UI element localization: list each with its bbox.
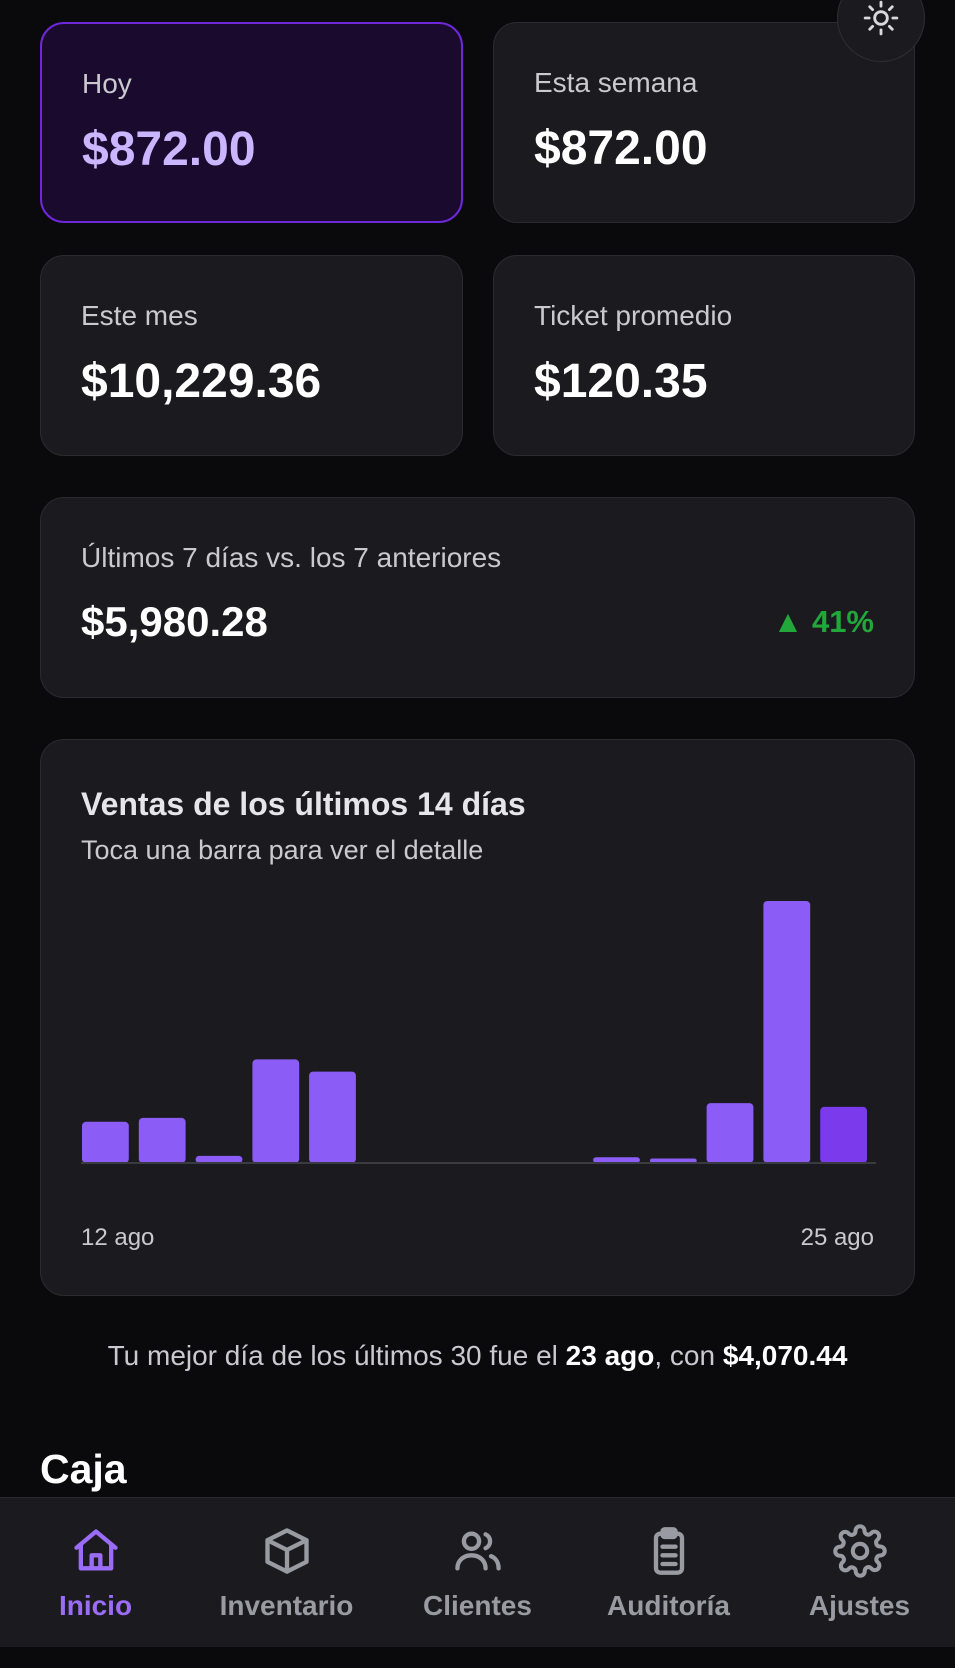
stat-value: $10,229.36 [81,355,322,408]
stat-label: Este mes [81,300,198,331]
section-title-caja: Caja [40,1446,127,1492]
chart-bar[interactable] [195,1155,243,1163]
nav-label: Auditoría [607,1590,730,1621]
best-day-middle: , con [654,1340,723,1371]
nav-item-clientes[interactable]: Clientes [382,1498,573,1648]
stat-label: Hoy [82,68,132,99]
sales-bar-chart [81,901,876,1164]
stat-card-today[interactable]: Hoy $872.00 [40,22,463,223]
stat-card-avg-ticket[interactable]: Ticket promedio $120.35 [493,255,915,456]
nav-item-ajustes[interactable]: Ajustes [764,1498,955,1648]
sales-chart-card: Ventas de los últimos 14 días Toca una b… [40,739,915,1296]
comparison-label: Últimos 7 días vs. los 7 anteriores [81,542,502,573]
chart-bar[interactable] [706,1103,754,1163]
chart-bar[interactable] [820,1106,867,1163]
nav-item-inicio[interactable]: Inicio [0,1498,191,1648]
best-day-date: 23 ago [565,1340,655,1371]
chart-bar[interactable] [309,1071,356,1163]
stat-card-week[interactable]: Esta semana $872.00 [493,22,915,223]
chart-bar[interactable] [252,1059,300,1163]
best-day-prefix: Tu mejor día de los últimos 30 fue el [107,1340,566,1371]
comparison-card: Últimos 7 días vs. los 7 anteriores $5,9… [40,497,915,698]
chart-bar[interactable] [763,901,811,1163]
nav-label: Inventario [219,1590,354,1621]
chart-title: Ventas de los últimos 14 días [81,786,526,822]
stat-label: Ticket promedio [534,300,733,331]
chart-bar[interactable] [138,1117,186,1163]
nav-item-inventario[interactable]: Inventario [191,1498,382,1648]
comparison-value: $5,980.28 [81,598,268,645]
box-icon [264,1528,309,1574]
stat-value: $120.35 [534,355,708,408]
sun-icon [863,0,899,36]
comparison-change-badge: ▲ 41% [772,604,874,639]
users-icon [454,1531,501,1571]
bottom-navigation: Inicio Inventario Clientes Auditoría Aju… [0,1497,955,1647]
clipboard-icon [653,1527,684,1575]
dashboard-page: Hoy $872.00 Esta semana $872.00 Este mes… [0,0,955,1668]
gear-icon [832,1524,887,1578]
chart-subtitle: Toca una barra para ver el detalle [81,835,484,865]
nav-item-auditoria[interactable]: Auditoría [573,1498,764,1648]
chart-bar[interactable] [82,1121,129,1163]
home-icon [73,1529,118,1571]
chart-x-start-label: 12 ago [81,1224,155,1251]
best-day-amount: $4,070.44 [722,1340,848,1371]
stat-label: Esta semana [534,67,698,98]
nav-label: Clientes [423,1590,532,1621]
stat-value: $872.00 [82,123,256,176]
nav-label: Inicio [58,1590,133,1621]
best-day-summary: Tu mejor día de los últimos 30 fue el 23… [0,1340,955,1372]
stat-card-month[interactable]: Este mes $10,229.36 [40,255,463,456]
nav-label: Ajustes [808,1590,911,1621]
stat-value: $872.00 [534,122,708,175]
chart-x-end-label: 25 ago [800,1224,874,1251]
